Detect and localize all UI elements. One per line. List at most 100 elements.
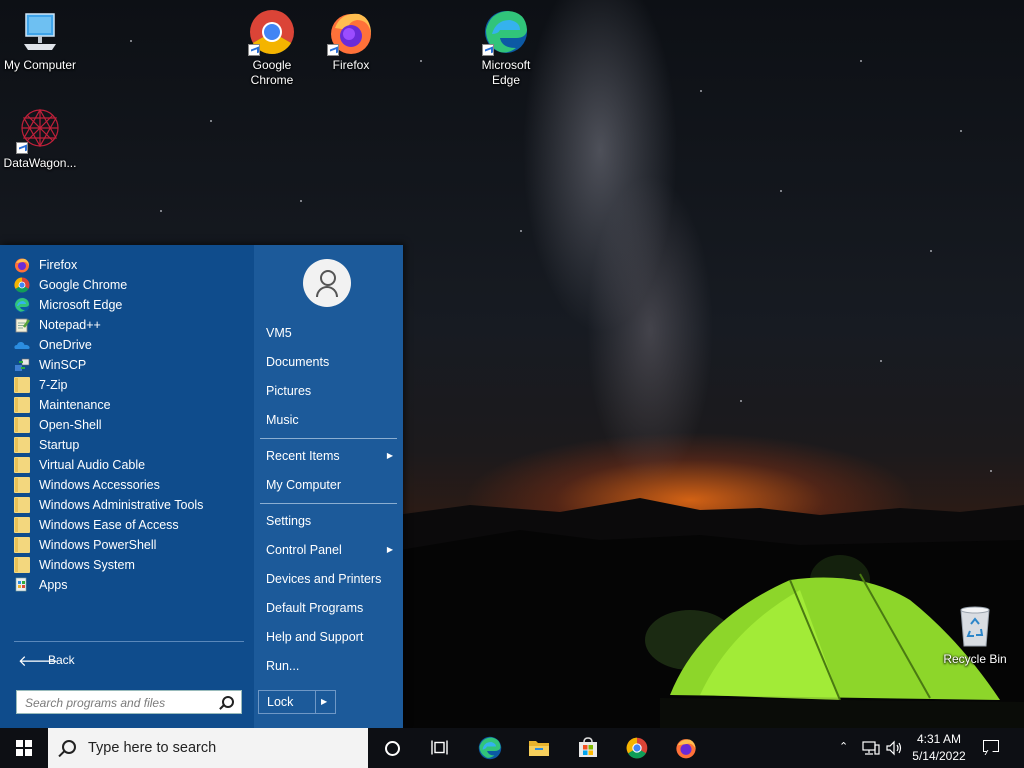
folder-icon: [14, 537, 30, 553]
program-item-startup[interactable]: Startup: [14, 435, 250, 455]
shortcut-arrow-icon: [248, 44, 260, 56]
menu-item-run[interactable]: Run...: [266, 655, 396, 677]
menu-item-help-and-support[interactable]: Help and Support: [266, 626, 396, 648]
desktop-icon-edge[interactable]: Microsoft Edge: [466, 8, 546, 88]
program-item-google-chrome[interactable]: Google Chrome: [14, 275, 250, 295]
program-item-virtual-audio-cable[interactable]: Virtual Audio Cable: [14, 455, 250, 475]
recycle-bin-icon: [951, 602, 999, 650]
lock-label: Lock: [267, 695, 294, 709]
program-item-windows-powershell[interactable]: Windows PowerShell: [14, 535, 250, 555]
desktop-icon-datawagon[interactable]: DataWagon...: [0, 106, 80, 171]
edge-icon: [482, 8, 530, 56]
menu-item-control-panel[interactable]: Control Panel ▶: [266, 539, 396, 561]
lock-button[interactable]: Lock ▶: [258, 690, 336, 714]
program-item-windows-system[interactable]: Windows System: [14, 555, 250, 575]
desktop-icon-my-computer[interactable]: My Computer: [0, 8, 80, 73]
program-label: 7-Zip: [39, 378, 68, 392]
menu-item-label: Run...: [266, 659, 300, 673]
taskbar-search-box[interactable]: Type here to search: [48, 728, 368, 768]
chevron-right-icon: ▶: [386, 545, 393, 554]
desktop-icon-recycle-bin[interactable]: Recycle Bin: [935, 602, 1015, 667]
star: [780, 190, 782, 192]
folder-icon: [14, 377, 30, 393]
start-menu: Firefox Google Chrome Microsoft Edge Not…: [0, 245, 403, 728]
folder-icon: [14, 477, 30, 493]
desktop-icon-chrome[interactable]: Google Chrome: [232, 8, 312, 88]
apps-icon: [14, 577, 30, 593]
datawagon-icon: [16, 106, 64, 154]
taskbar-store-button[interactable]: [564, 728, 612, 768]
star: [420, 60, 422, 62]
volume-icon[interactable]: [886, 740, 904, 756]
program-item-winscp[interactable]: WinSCP: [14, 355, 250, 375]
start-button[interactable]: [0, 728, 48, 768]
taskbar-edge-button[interactable]: [466, 728, 514, 768]
file-explorer-icon: [529, 741, 549, 756]
winscp-icon: [14, 357, 30, 373]
task-view-icon[interactable]: [431, 740, 448, 755]
desktop-icon-label: Recycle Bin: [943, 652, 1007, 666]
program-item-windows-ease-of-access[interactable]: Windows Ease of Access: [14, 515, 250, 535]
star: [210, 120, 212, 122]
taskbar-chrome-button[interactable]: [613, 728, 661, 768]
chevron-right-icon[interactable]: ▶: [321, 697, 327, 706]
taskbar-search-placeholder: Type here to search: [88, 740, 217, 756]
desktop-icon-label: Google Chrome: [250, 58, 294, 87]
program-item-7zip[interactable]: 7-Zip: [14, 375, 250, 395]
notification-center-icon[interactable]: [983, 740, 999, 752]
menu-item-label: Pictures: [266, 384, 312, 398]
divider: [315, 691, 316, 713]
start-search-box[interactable]: [16, 690, 242, 714]
divider: [260, 438, 397, 439]
firefox-icon: [676, 739, 696, 759]
chrome-icon: [248, 8, 296, 56]
program-label: Windows PowerShell: [39, 538, 157, 552]
user-name-link[interactable]: VM5: [266, 322, 396, 344]
menu-item-label: Default Programs: [266, 601, 364, 615]
user-icon: [320, 270, 336, 286]
network-icon[interactable]: [862, 741, 880, 755]
start-menu-right-pane: VM5 Documents Pictures Music Recent Item…: [254, 245, 403, 728]
program-item-microsoft-edge[interactable]: Microsoft Edge: [14, 295, 250, 315]
menu-item-pictures[interactable]: Pictures: [266, 380, 396, 402]
folder-icon: [14, 557, 30, 573]
divider: [14, 641, 244, 642]
cortana-icon[interactable]: [385, 741, 400, 756]
start-search-input[interactable]: [23, 694, 217, 712]
taskbar-file-explorer-button[interactable]: [515, 728, 563, 768]
divider: [260, 503, 397, 504]
user-avatar[interactable]: [303, 259, 351, 307]
menu-item-recent-items[interactable]: Recent Items ▶: [266, 445, 396, 467]
menu-item-music[interactable]: Music: [266, 409, 396, 431]
menu-item-my-computer[interactable]: My Computer: [266, 474, 396, 496]
program-label: Google Chrome: [39, 278, 128, 292]
program-item-apps[interactable]: Apps: [14, 575, 250, 595]
program-item-notepadpp[interactable]: Notepad++: [14, 315, 250, 335]
program-item-windows-accessories[interactable]: Windows Accessories: [14, 475, 250, 495]
taskbar-firefox-button[interactable]: [662, 728, 710, 768]
folder-icon: [14, 497, 30, 513]
program-label: Open-Shell: [39, 418, 102, 432]
program-item-firefox[interactable]: Firefox: [14, 255, 250, 275]
menu-item-label: My Computer: [266, 478, 342, 492]
onedrive-icon: [14, 337, 30, 353]
edge-icon: [478, 736, 502, 760]
menu-item-settings[interactable]: Settings: [266, 510, 396, 532]
desktop-icon-firefox[interactable]: Firefox: [311, 8, 391, 73]
star: [700, 90, 702, 92]
menu-item-default-programs[interactable]: Default Programs: [266, 597, 396, 619]
program-label: Windows Accessories: [39, 478, 160, 492]
search-icon[interactable]: [222, 696, 234, 708]
program-item-windows-administrative-tools[interactable]: Windows Administrative Tools: [14, 495, 250, 515]
menu-item-documents[interactable]: Documents: [266, 351, 396, 373]
clock[interactable]: 4:31 AM 5/14/2022: [910, 731, 968, 765]
menu-item-devices-and-printers[interactable]: Devices and Printers: [266, 568, 396, 590]
star: [300, 200, 302, 202]
program-item-onedrive[interactable]: OneDrive: [14, 335, 250, 355]
program-item-open-shell[interactable]: Open-Shell: [14, 415, 250, 435]
program-label: Windows System: [39, 558, 135, 572]
shortcut-arrow-icon: [327, 44, 339, 56]
back-button[interactable]: 🡐 Back: [18, 650, 75, 670]
program-item-maintenance[interactable]: Maintenance: [14, 395, 250, 415]
chevron-up-icon[interactable]: ⌃: [839, 740, 848, 753]
